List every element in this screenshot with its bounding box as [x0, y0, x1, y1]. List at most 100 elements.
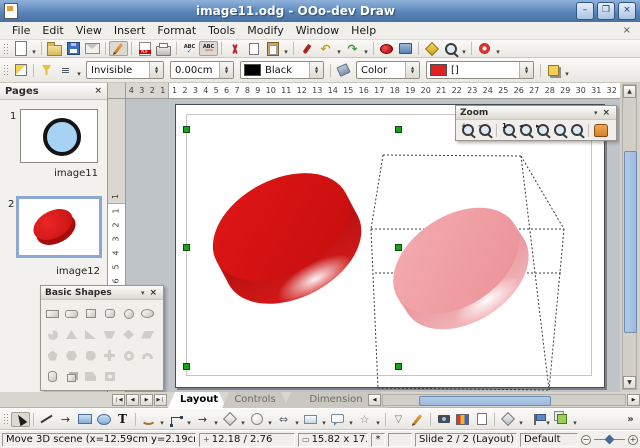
glue-points-icon[interactable] [408, 411, 427, 427]
palette-dropdown-icon[interactable]: ▾ [591, 109, 601, 117]
zoom-100-icon[interactable]: 1 [500, 123, 517, 138]
shadow-icon[interactable] [544, 62, 563, 78]
flowchart-dropdown-icon[interactable] [320, 410, 328, 429]
copy-icon[interactable] [244, 41, 263, 57]
stars-dropdown-icon[interactable] [374, 410, 382, 429]
flowchart-icon[interactable] [301, 411, 320, 427]
shape-pentagon-icon[interactable] [44, 347, 62, 365]
styles-icon[interactable] [11, 62, 30, 78]
ellipse-tool-icon[interactable] [94, 411, 113, 427]
toolbar-overflow-icon[interactable] [494, 39, 502, 58]
shape-diamond-icon[interactable] [120, 326, 138, 344]
selection-handle[interactable] [183, 363, 190, 370]
page-thumbnail-2-selected[interactable] [16, 196, 102, 258]
palette-close-icon[interactable]: × [147, 288, 159, 298]
cut-icon[interactable] [225, 41, 244, 57]
symbol-shapes-dropdown-icon[interactable] [266, 410, 274, 429]
maximize-button[interactable]: ❐ [597, 2, 615, 20]
menu-window[interactable]: Window [290, 23, 345, 38]
horizontal-scroll-thumb[interactable] [419, 396, 551, 406]
close-button[interactable]: × [618, 2, 636, 20]
shape-cylinder-icon[interactable] [44, 368, 62, 386]
basic-shapes-dropdown-icon[interactable] [239, 410, 247, 429]
line-style-spinner-icon[interactable] [149, 62, 163, 78]
zoom-slider-track[interactable] [594, 439, 625, 440]
zoom-next-icon[interactable]: ▸ [534, 123, 551, 138]
fill-style-spinner-icon[interactable] [405, 62, 419, 78]
gallery-icon[interactable] [453, 411, 472, 427]
zoom-plus-icon[interactable]: + [628, 435, 638, 445]
page-label[interactable]: image11 [18, 168, 98, 179]
fill-color-spinner-icon[interactable] [519, 62, 533, 78]
line-dash-dropdown-icon[interactable] [75, 61, 83, 80]
tab-controls[interactable]: Controls [222, 392, 288, 408]
ghost-disc[interactable] [374, 186, 549, 353]
open-icon[interactable] [45, 41, 64, 57]
document-as-email-icon[interactable] [83, 41, 102, 57]
fill-style-select[interactable]: Color [356, 61, 420, 79]
scroll-down-icon[interactable]: ▼ [623, 376, 636, 389]
points-icon[interactable] [389, 411, 408, 427]
next-page-button[interactable]: ▶ [140, 394, 153, 406]
entire-page-icon[interactable] [551, 123, 568, 138]
line-tool-icon[interactable] [37, 411, 56, 427]
vertical-scrollbar[interactable]: ▲ ▼ [622, 84, 637, 390]
shape-circle-icon[interactable] [120, 305, 138, 323]
menu-modify[interactable]: Modify [241, 23, 289, 38]
connector-dropdown-icon[interactable] [185, 410, 193, 429]
stars-icon[interactable] [355, 411, 374, 427]
title-bar[interactable]: image11.odg - OOo-dev Draw – ❐ × [0, 0, 640, 22]
edit-file-icon[interactable] [109, 41, 128, 56]
tab-layout[interactable]: Layout [168, 392, 226, 408]
shape-triangle-icon[interactable] [63, 326, 81, 344]
spellcheck-icon[interactable] [180, 41, 199, 57]
palette-close-icon[interactable]: × [600, 108, 612, 118]
fill-color-select[interactable]: [] [426, 61, 534, 79]
menu-format[interactable]: Format [151, 23, 202, 38]
line-arrow-tool-icon[interactable] [56, 411, 75, 427]
export-pdf-icon[interactable] [135, 41, 154, 57]
arrange-icon[interactable] [552, 411, 571, 427]
autospellcheck-icon[interactable] [199, 41, 218, 56]
curve-tool-icon[interactable] [139, 411, 158, 427]
menu-view[interactable]: View [70, 23, 108, 38]
basic-shapes-icon[interactable] [220, 411, 239, 427]
page-width-icon[interactable] [568, 123, 585, 138]
hscroll-right-icon[interactable]: ▶ [627, 394, 640, 406]
zoom-slider-thumb[interactable] [604, 435, 614, 445]
clone-formatting-icon[interactable] [297, 41, 316, 57]
menu-help[interactable]: Help [345, 23, 382, 38]
redo-icon[interactable] [343, 41, 362, 57]
shape-hexagon-icon[interactable] [63, 347, 81, 365]
new-document-icon[interactable] [11, 41, 30, 57]
horizontal-ruler[interactable]: 4321 12345678910111213141516171819202122… [126, 83, 620, 99]
toolbar-more-icon[interactable] [621, 411, 640, 427]
new-dropdown-icon[interactable] [30, 39, 38, 58]
selection-handle[interactable] [395, 126, 402, 133]
paste-dropdown-icon[interactable] [282, 39, 290, 58]
first-page-button[interactable]: ❘◀ [112, 394, 125, 406]
zoom-icon[interactable] [441, 41, 460, 57]
red-disc[interactable] [194, 151, 382, 330]
vertical-scroll-thumb[interactable] [624, 151, 637, 333]
rotate-dropdown-icon[interactable] [517, 410, 525, 429]
shape-octagon-icon[interactable] [82, 347, 100, 365]
scroll-up-icon[interactable]: ▲ [623, 85, 636, 98]
gallery-icon[interactable] [396, 41, 415, 57]
shape-square-icon[interactable] [82, 305, 100, 323]
paste-icon[interactable] [263, 41, 282, 57]
shape-cube-icon[interactable] [63, 368, 81, 386]
undo-dropdown-icon[interactable] [335, 39, 343, 58]
shape-block-arc-icon[interactable] [139, 347, 157, 365]
zoom-slider[interactable]: − + [581, 435, 638, 445]
line-width-field[interactable]: 0.00cm [170, 61, 234, 79]
shapes-palette-titlebar[interactable]: Basic Shapes ▾ × [41, 286, 163, 300]
shape-rectangle-icon[interactable] [44, 305, 62, 323]
shape-rounded-square-icon[interactable] [101, 305, 119, 323]
selection-handle[interactable] [183, 244, 190, 251]
lines-arrows-dropdown-icon[interactable] [212, 410, 220, 429]
canvas-workspace[interactable]: Zoom ▾ × + − 1 ◂ ▸ [126, 99, 620, 392]
object-zoom-icon[interactable] [592, 123, 609, 138]
page-label[interactable]: image12 [20, 266, 100, 277]
palette-dropdown-icon[interactable]: ▾ [138, 289, 148, 297]
